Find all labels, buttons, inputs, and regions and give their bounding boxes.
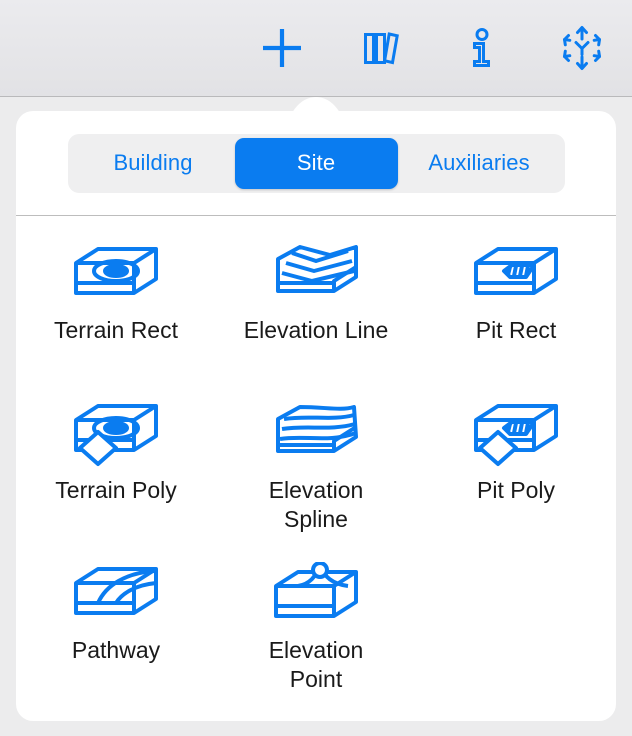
segment-auxiliaries[interactable]: Auxiliaries [398,138,561,189]
tool-label: Elevation Spline [268,477,364,532]
elevation-line-icon [270,240,362,314]
site-tool-grid: Terrain Rect Elevation Line Pit Rect Ter… [16,216,616,708]
popover-arrow [286,86,346,112]
segment-building[interactable]: Building [72,138,235,189]
app-root: Building Site Auxiliaries Terrain Rect E… [0,0,632,736]
plus-icon [259,25,305,71]
tool-label: Pit Rect [475,317,557,343]
orbit-3d-icon [556,22,608,74]
terrain-poly-icon [70,400,162,474]
elevation-point-icon [270,560,362,634]
info-button[interactable] [432,0,532,96]
category-segmented-control: Building Site Auxiliaries [16,111,616,216]
segment-auxiliaries-label: Auxiliaries [428,150,530,175]
library-button[interactable] [332,0,432,96]
pit-poly-icon [470,400,562,474]
books-icon [359,25,405,71]
tool-pit-poly[interactable]: Pit Poly [416,388,616,548]
info-icon [459,25,505,71]
tool-pathway[interactable]: Pathway [16,548,216,708]
tool-label: Pathway [71,637,161,663]
segment-site[interactable]: Site [234,137,398,189]
orbit-button[interactable] [532,0,632,96]
top-toolbar [0,0,632,97]
tool-label: Pit Poly [477,477,555,503]
segment-building-label: Building [113,150,193,175]
elevation-spline-icon [270,400,362,474]
segment-site-label: Site [296,150,336,175]
tool-elevation-line[interactable]: Elevation Line [216,228,416,388]
site-elements-popover: Building Site Auxiliaries Terrain Rect E… [16,111,616,721]
add-button[interactable] [232,0,332,96]
tool-label: Terrain Poly [55,477,177,503]
toolbar-button-group [232,0,632,96]
tool-terrain-poly[interactable]: Terrain Poly [16,388,216,548]
tool-label: Elevation Line [243,317,389,343]
tool-elevation-point[interactable]: Elevation Point [216,548,416,708]
pit-rect-icon [470,240,562,314]
pathway-icon [70,560,162,634]
tool-label: Elevation Point [268,637,364,692]
tool-pit-rect[interactable]: Pit Rect [416,228,616,388]
terrain-rect-icon [70,240,162,314]
tool-label: Terrain Rect [54,317,178,343]
tool-terrain-rect[interactable]: Terrain Rect [16,228,216,388]
segmented-track: Building Site Auxiliaries [67,133,565,193]
tool-elevation-spline[interactable]: Elevation Spline [216,388,416,548]
